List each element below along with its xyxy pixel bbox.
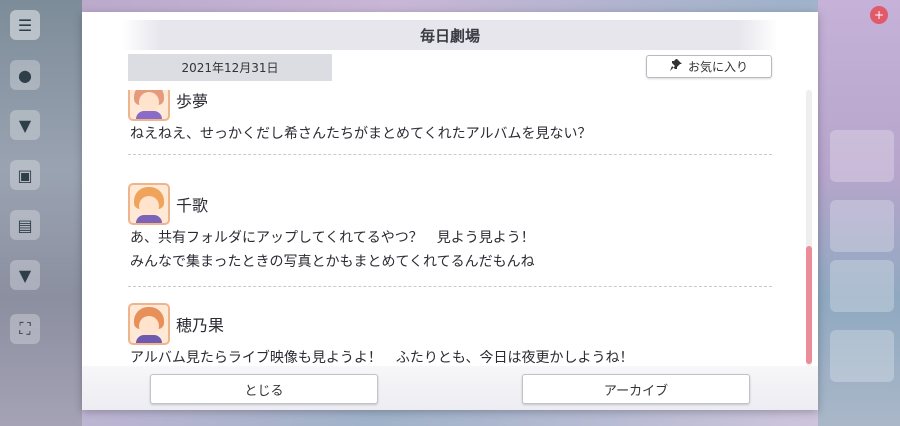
background-tile (830, 260, 894, 312)
archive-button[interactable]: アーカイブ (522, 374, 750, 404)
background-tile (830, 330, 894, 382)
event-icon[interactable]: ▼ (10, 110, 40, 140)
avatar-chika (128, 183, 170, 225)
message-item: 千歌 あ、共有フォルダにアップしてくれてるやつ？ 見よう見よう！ みんなで集まっ… (128, 182, 772, 274)
date-label: 2021年12月31日 (128, 54, 332, 81)
avatar-ayumu (128, 90, 170, 121)
message-divider (128, 286, 772, 287)
favorite-label: お気に入り (687, 60, 748, 74)
pin-icon (669, 58, 682, 74)
dialog-title: 毎日劇場 (419, 26, 480, 45)
dialog-content[interactable]: 歩夢 ねえねえ、せっかくだし希さんたちがまとめてくれたアルバムを見ない？ 千歌 … (128, 90, 772, 374)
gift-icon[interactable]: ▣ (10, 160, 40, 190)
hamburger-menu-icon[interactable]: ☰ (10, 10, 40, 40)
message-line: みんなで集まったときの写真とかもまとめてくれてるんだもんね (130, 254, 535, 270)
speaker-name: 千歌 (176, 196, 209, 215)
message-divider (128, 154, 772, 155)
message-line: あ、共有フォルダにアップしてくれてるやつ？ 見よう見よう！ (130, 230, 535, 246)
plus-icon[interactable]: + (870, 6, 888, 24)
scrollbar-thumb[interactable] (806, 246, 812, 364)
chat-icon[interactable]: ● (10, 60, 40, 90)
speaker-name: 歩夢 (176, 92, 209, 111)
trophy-icon[interactable]: ▼ (10, 260, 40, 290)
daily-theater-dialog: 毎日劇場 2021年12月31日 お気に入り 歩夢 ねえねえ、せっかくだし希さん… (82, 12, 818, 410)
close-button[interactable]: とじる (150, 374, 378, 404)
message-item: 穂乃果 アルバム見たらライブ映像も見ようよ！ ふたりとも、今日は夜更かしようね！ (128, 302, 772, 370)
message-line: ねえねえ、せっかくだし希さんたちがまとめてくれたアルバムを見ない？ (130, 126, 592, 142)
background-tile (830, 130, 894, 182)
speaker-name: 穂乃果 (176, 316, 225, 335)
message-item: 歩夢 ねえねえ、せっかくだし希さんたちがまとめてくれたアルバムを見ない？ (128, 90, 772, 146)
favorite-button[interactable]: お気に入り (646, 55, 772, 78)
scrollbar[interactable] (806, 90, 812, 366)
avatar-honoka (128, 303, 170, 345)
title-bar: 毎日劇場 (122, 20, 778, 50)
background-tile (830, 200, 894, 252)
message-icon[interactable]: ▤ (10, 210, 40, 240)
fullscreen-icon[interactable]: ⛶ (10, 314, 40, 344)
